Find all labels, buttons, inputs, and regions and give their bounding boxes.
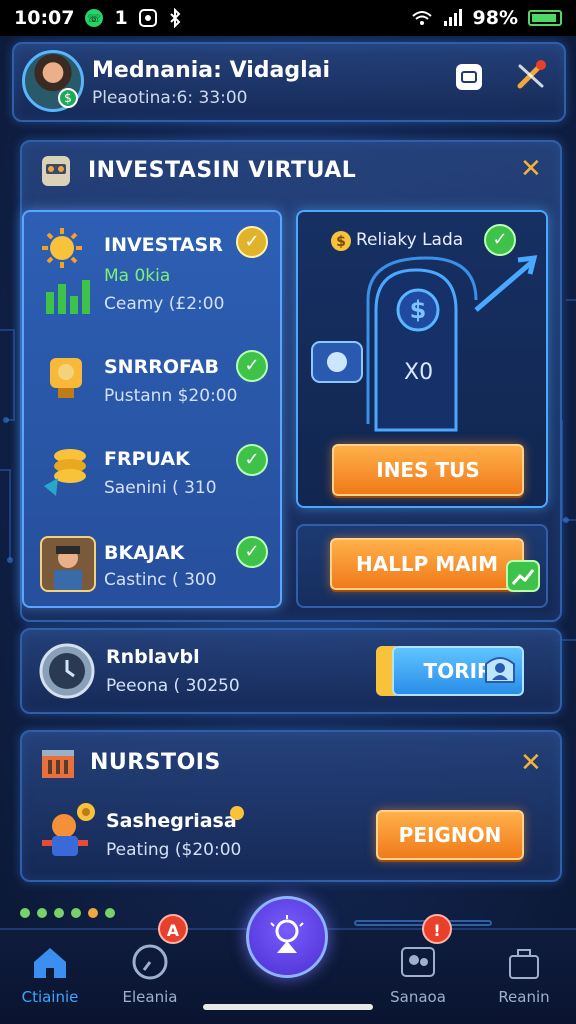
nav-item-gauge[interactable]: Eleania	[102, 944, 198, 1006]
item-subtitle: Ma 0kia	[104, 266, 171, 286]
check-icon: ✓	[236, 536, 268, 568]
bar-chart-icon	[44, 276, 92, 320]
tools-button[interactable]	[514, 58, 548, 92]
svg-text:$: $	[410, 296, 427, 324]
pager-dot[interactable]	[105, 908, 115, 918]
check-icon: ✓	[236, 226, 268, 258]
nav-label: Ctiainie	[21, 988, 79, 1006]
svg-text:☏: ☏	[88, 12, 102, 25]
vault-title: Reliaky Lada	[356, 230, 464, 250]
news-close-icon[interactable]: ✕	[520, 748, 542, 778]
clock-icon	[38, 642, 96, 704]
pager-dot[interactable]	[71, 908, 81, 918]
wand-icon	[517, 60, 546, 89]
status-time: 10:07	[14, 7, 75, 29]
home-icon	[34, 948, 66, 978]
item-title: BKAJAK	[104, 542, 185, 564]
item-detail: Ceamy (£2:00	[104, 294, 225, 314]
lightbulb-icon	[270, 915, 304, 953]
gauge-icon	[132, 944, 168, 980]
nav-label: Reanin	[498, 988, 550, 1006]
battery-percent: 98%	[472, 7, 518, 29]
people-icon	[401, 947, 435, 977]
vault-safe-icon: $	[306, 250, 542, 440]
nav-item-home[interactable]: Ctiainie	[2, 944, 98, 1006]
home-indicator[interactable]	[203, 1004, 373, 1010]
pager-dot[interactable]	[54, 908, 64, 918]
nav-item-bag[interactable]: Reanin	[476, 944, 572, 1006]
signal-icon	[443, 9, 463, 27]
invest-close-icon[interactable]: ✕	[520, 154, 542, 184]
profile-subtitle: Pleaotina:6: 33:00	[92, 88, 248, 108]
profile-name: Mednania: Vidaglai	[92, 58, 331, 83]
status-bar: 10:07 ☏ 1 98%	[0, 0, 576, 36]
nav-badge: !	[422, 914, 452, 944]
pager-dots	[20, 908, 115, 918]
notification-icon	[138, 8, 158, 28]
item-subtitle: Saenini ( 310	[104, 478, 217, 498]
check-icon: ✓	[236, 350, 268, 382]
verified-badge-icon: $	[58, 88, 78, 108]
check-icon: ✓	[236, 444, 268, 476]
wifi-icon	[411, 9, 433, 27]
balance-subtitle: Peeona ( 30250	[106, 676, 240, 696]
nav-badge: A	[158, 914, 188, 944]
robot-icon	[38, 152, 74, 190]
bag-icon	[509, 949, 539, 979]
sun-icon	[40, 226, 96, 282]
profile-card-icon	[480, 652, 520, 694]
peignon-button[interactable]: PEIGNON	[376, 810, 524, 860]
svg-text:$: $	[336, 234, 346, 250]
character-gear-icon	[38, 800, 98, 868]
trophy-icon	[40, 350, 96, 406]
battery-icon	[528, 10, 562, 26]
pager-dot[interactable]	[20, 908, 30, 918]
chat-button[interactable]	[452, 60, 486, 94]
pager-dot[interactable]	[88, 908, 98, 918]
coins-icon	[40, 442, 96, 498]
news-item-subtitle: Peating ($20:00	[106, 840, 242, 860]
balance-title: Rnblavbl	[106, 646, 200, 668]
calendar-icon	[40, 746, 76, 784]
nav-item-people[interactable]: Sanaoa	[370, 944, 466, 1006]
invest-title: INVESTASIN VIRTUAL	[88, 158, 357, 183]
nav-label: Eleania	[122, 988, 178, 1006]
news-item-title: Sashegriasa	[106, 810, 237, 832]
wallet-button[interactable]: HALLP MAIM	[330, 538, 524, 590]
chat-icon	[456, 64, 482, 90]
bluetooth-icon	[168, 8, 182, 28]
vault-value: X0	[404, 360, 434, 385]
item-title: INVESTASR	[104, 234, 223, 256]
coin-badge-icon	[230, 806, 244, 820]
item-subtitle: Castinc ( 300	[104, 570, 217, 590]
pager-dot[interactable]	[37, 908, 47, 918]
avatar-icon	[40, 536, 96, 592]
graph-up-icon	[506, 560, 540, 596]
nav-label: Sanaoa	[390, 988, 446, 1006]
whatsapp-icon: ☏	[84, 8, 104, 28]
item-title: SNRROFAB	[104, 356, 219, 378]
news-title: NURSTOIS	[90, 750, 221, 775]
invest-button[interactable]: INES TUS	[332, 444, 524, 496]
item-title: FRPUAK	[104, 448, 190, 470]
status-indicator: 1	[114, 7, 128, 29]
center-action-button[interactable]	[246, 896, 328, 978]
item-subtitle: Pustann $20:00	[104, 386, 238, 406]
